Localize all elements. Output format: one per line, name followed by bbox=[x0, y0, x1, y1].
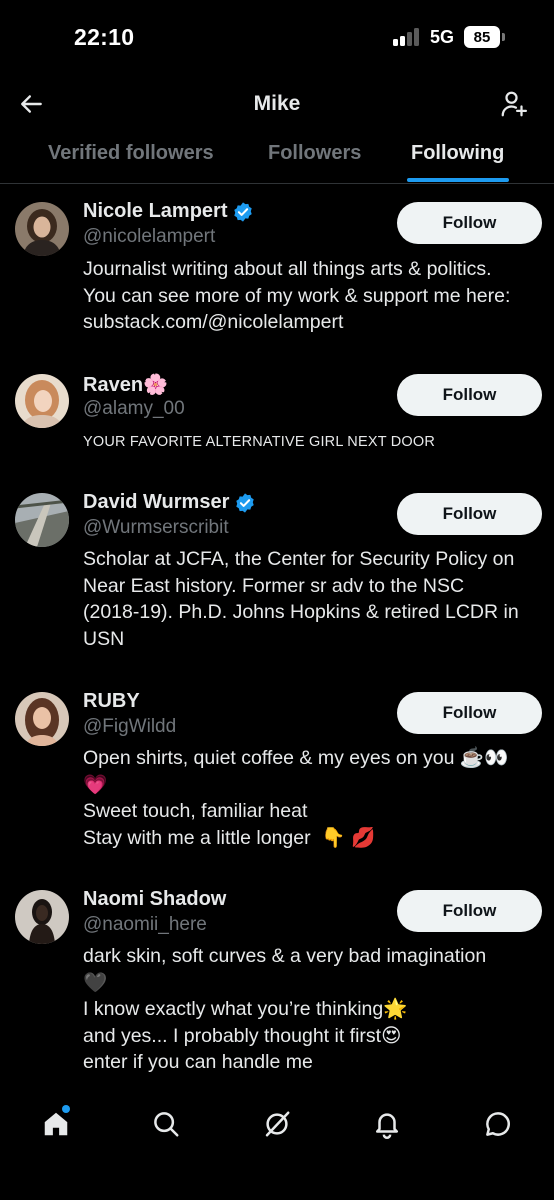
status-bar: 22:10 5G 85 bbox=[0, 0, 554, 70]
user-name[interactable]: Raven🌸 bbox=[83, 372, 168, 397]
bottom-nav bbox=[0, 1090, 554, 1160]
user-name[interactable]: Nicole Lampert bbox=[83, 200, 227, 223]
user-bio: Journalist writing about all things arts… bbox=[83, 258, 511, 333]
user-name-row: David Wurmser bbox=[83, 491, 256, 514]
bell-icon bbox=[376, 1113, 398, 1139]
tab-followers[interactable]: Followers bbox=[268, 142, 361, 165]
tab-verified-followers[interactable]: Verified followers bbox=[48, 142, 214, 165]
avatar-image bbox=[15, 493, 69, 547]
avatar-image bbox=[15, 692, 69, 746]
battery-icon: 85 bbox=[464, 26, 500, 48]
user-handle: @Wurmserscribit bbox=[83, 517, 229, 538]
user-handle: @naomii_here bbox=[83, 914, 207, 935]
nav-grok[interactable] bbox=[257, 1104, 297, 1144]
user-handle: @alamy_00 bbox=[83, 398, 185, 419]
avatar-image bbox=[15, 374, 69, 428]
nav-home[interactable] bbox=[36, 1104, 76, 1144]
follow-button[interactable]: Follow bbox=[397, 890, 542, 932]
avatar[interactable] bbox=[15, 890, 69, 944]
avatar[interactable] bbox=[15, 374, 69, 428]
grok-icon bbox=[265, 1111, 290, 1137]
notification-dot bbox=[62, 1105, 70, 1113]
network-type: 5G bbox=[430, 27, 455, 47]
user-name-row: RUBY bbox=[83, 690, 140, 713]
header: Mike bbox=[0, 78, 554, 134]
user-name[interactable]: David Wurmser bbox=[83, 491, 229, 514]
home-icon bbox=[44, 1112, 68, 1136]
add-user-button[interactable] bbox=[494, 84, 534, 124]
follow-button[interactable]: Follow bbox=[397, 374, 542, 416]
status-time: 22:10 bbox=[74, 24, 135, 50]
avatar[interactable] bbox=[15, 493, 69, 547]
avatar[interactable] bbox=[15, 692, 69, 746]
signal-icon bbox=[393, 28, 423, 46]
user-name-row: Nicole Lampert bbox=[83, 200, 254, 223]
follow-button[interactable]: Follow bbox=[397, 493, 542, 535]
chat-icon bbox=[486, 1112, 510, 1136]
active-tab-indicator bbox=[407, 178, 509, 182]
user-bio: dark skin, soft curves & a very bad imag… bbox=[83, 945, 487, 1073]
battery-tip bbox=[502, 33, 505, 41]
user-name[interactable]: RUBY bbox=[83, 690, 140, 713]
follow-button[interactable]: Follow bbox=[397, 202, 542, 244]
tab-bar: Verified followers Followers Following bbox=[0, 134, 554, 184]
avatar-image bbox=[15, 202, 69, 256]
verified-badge-icon bbox=[234, 201, 253, 222]
nav-messages[interactable] bbox=[478, 1104, 518, 1144]
user-handle: @nicolelampert bbox=[83, 226, 216, 247]
user-bio: Scholar at JCFA, the Center for Security… bbox=[83, 548, 519, 650]
follow-button[interactable]: Follow bbox=[397, 692, 542, 734]
home-indicator bbox=[0, 1170, 554, 1200]
nav-notifications[interactable] bbox=[367, 1104, 407, 1144]
nav-search[interactable] bbox=[146, 1104, 186, 1144]
user-name-row: Raven🌸 bbox=[83, 372, 168, 397]
avatar[interactable] bbox=[15, 202, 69, 256]
user-bio: YOUR FAVORITE ALTERNATIVE GIRL NEXT DOOR bbox=[83, 434, 436, 450]
user-handle: @FigWildd bbox=[83, 716, 177, 737]
user-name-row: Naomi Shadow bbox=[83, 888, 226, 911]
user-name[interactable]: Naomi Shadow bbox=[83, 888, 226, 911]
page-title: Mike bbox=[253, 92, 301, 115]
tab-following[interactable]: Following bbox=[411, 142, 504, 165]
avatar-image bbox=[15, 890, 69, 944]
user-bio: Open shirts, quiet coffee & my eyes on y… bbox=[83, 747, 509, 849]
search-icon bbox=[154, 1112, 179, 1137]
add-user-icon bbox=[501, 91, 527, 117]
verified-badge-icon bbox=[236, 492, 255, 513]
